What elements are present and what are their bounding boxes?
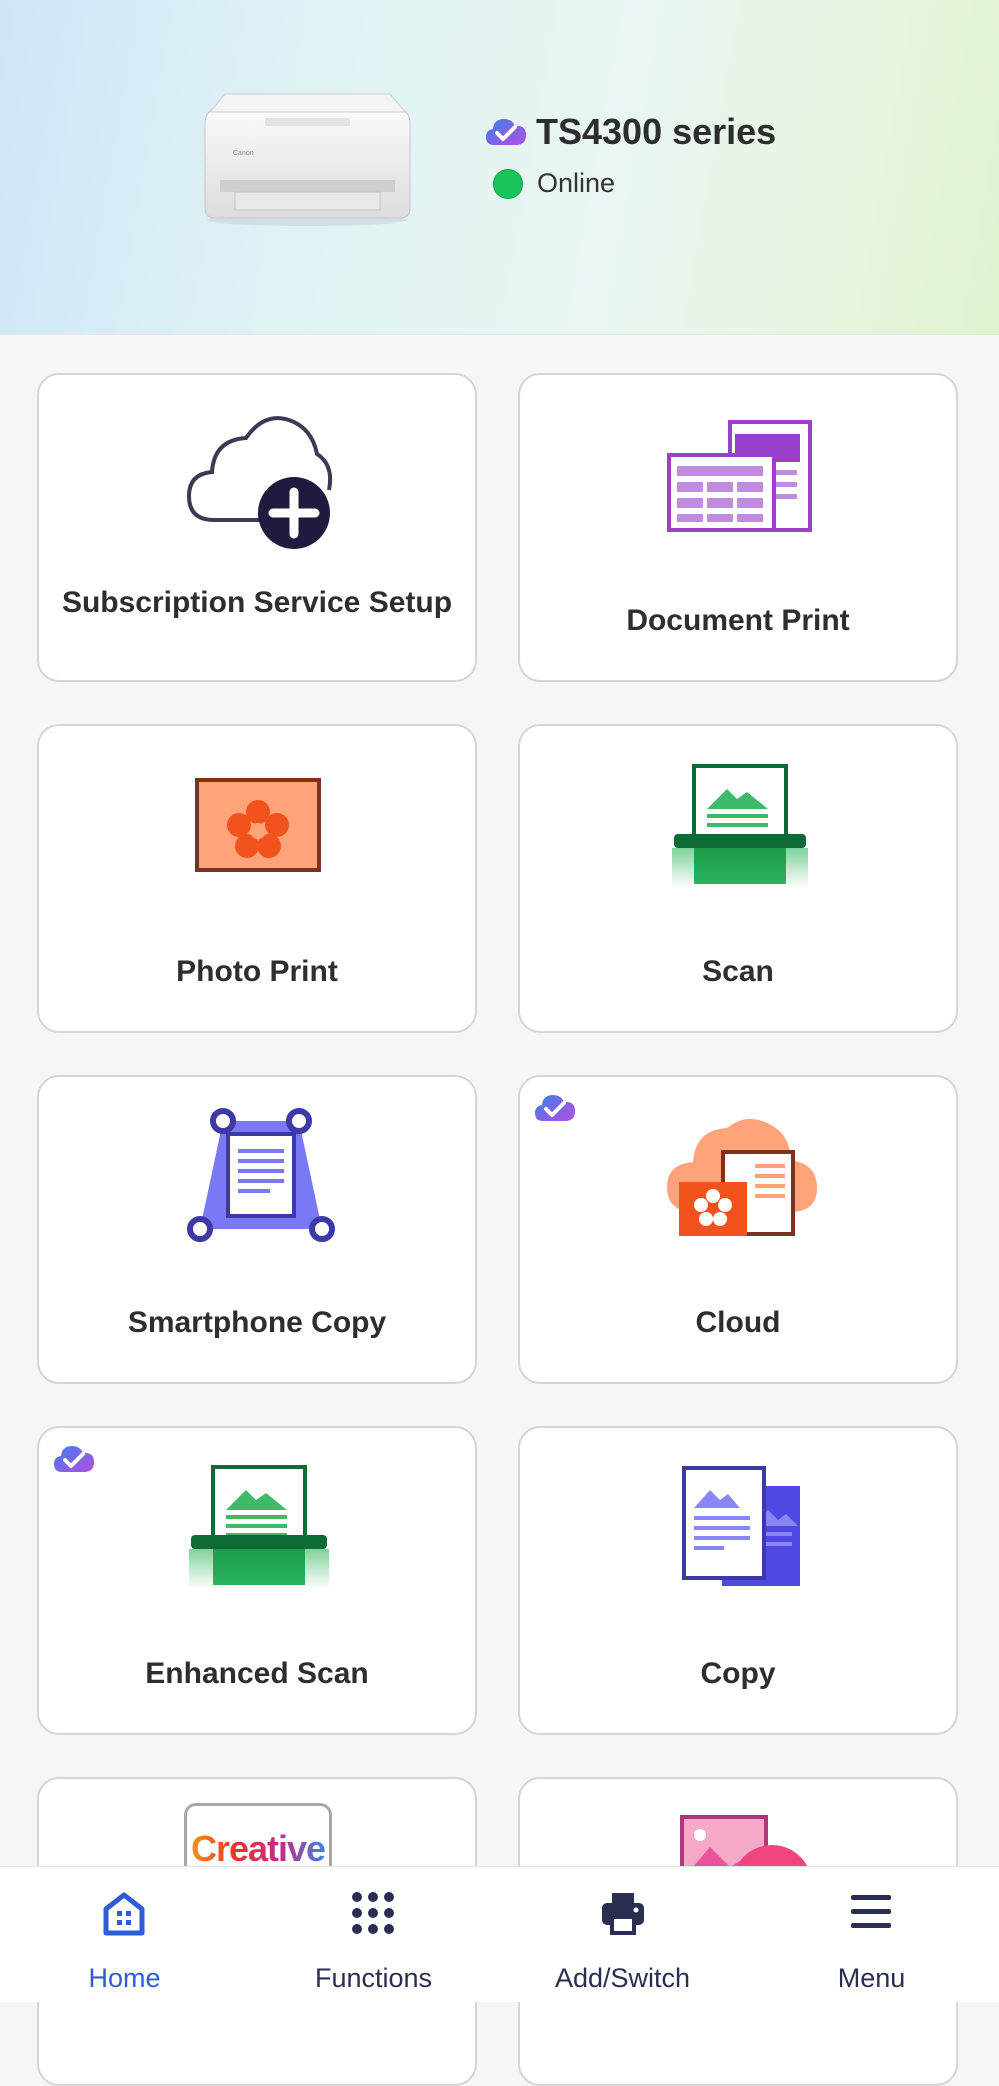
nav-home[interactable]: Home	[0, 1867, 249, 2002]
printer-image: Canon	[204, 93, 411, 226]
tile-photo-print[interactable]: Photo Print	[37, 724, 477, 1033]
smartphone-copy-icon	[187, 1108, 335, 1242]
nav-add-switch[interactable]: Add/Switch	[498, 1867, 747, 2002]
scanner-icon	[189, 1465, 329, 1589]
tile-label: Scan	[702, 955, 774, 988]
printer-status: Online	[493, 168, 615, 199]
nav-label: Menu	[837, 1963, 906, 1993]
printer-icon	[602, 1893, 644, 1935]
status-indicator-icon	[493, 168, 523, 199]
copy-icon	[682, 1466, 800, 1586]
creative-label: Creative	[187, 1828, 329, 1870]
tile-cloud[interactable]: Cloud	[518, 1075, 958, 1384]
svg-text:Canon: Canon	[233, 150, 254, 157]
tile-subscription-service-setup[interactable]: Subscription Service Setup	[37, 373, 477, 682]
cloud-check-icon	[54, 1446, 94, 1472]
bottom-navigation: Home Functions Add/Switch Menu	[0, 1866, 999, 2002]
cloud-check-icon	[535, 1095, 575, 1121]
scanner-icon	[672, 764, 808, 888]
tile-label: Enhanced Scan	[145, 1657, 369, 1690]
hamburger-menu-icon	[851, 1895, 891, 1928]
photo-print-icon	[195, 778, 321, 872]
tile-document-print[interactable]: Document Print	[518, 373, 958, 682]
tile-label: Photo Print	[176, 955, 338, 988]
nav-label: Functions	[314, 1963, 433, 1993]
nav-menu[interactable]: Menu	[747, 1867, 996, 2002]
tile-copy[interactable]: Copy	[518, 1426, 958, 1735]
tile-enhanced-scan[interactable]: Enhanced Scan	[37, 1426, 477, 1735]
tile-label: Copy	[700, 1657, 776, 1690]
tile-label: Subscription Service Setup	[61, 586, 453, 619]
document-print-icon	[667, 420, 812, 532]
printer-name[interactable]: TS4300 series	[484, 108, 776, 156]
nav-label: Add/Switch	[554, 1963, 691, 1993]
tile-label: Smartphone Copy	[127, 1306, 387, 1339]
grid-dots-icon	[352, 1892, 394, 1934]
tile-scan[interactable]: Scan	[518, 724, 958, 1033]
status-text: Online	[537, 168, 616, 198]
printer-header[interactable]: Canon TS4300 series Online	[0, 0, 999, 335]
tile-label: Cloud	[695, 1306, 781, 1339]
printer-name-text: TS4300 series	[536, 111, 777, 152]
cloud-icon	[667, 1118, 817, 1236]
home-icon	[103, 1892, 145, 1936]
nav-functions[interactable]: Functions	[249, 1867, 498, 2002]
nav-label: Home	[88, 1963, 161, 1993]
cloud-check-icon	[486, 119, 526, 145]
cloud-plus-icon	[186, 416, 333, 549]
tile-label: Document Print	[626, 604, 850, 637]
tile-smartphone-copy[interactable]: Smartphone Copy	[37, 1075, 477, 1384]
